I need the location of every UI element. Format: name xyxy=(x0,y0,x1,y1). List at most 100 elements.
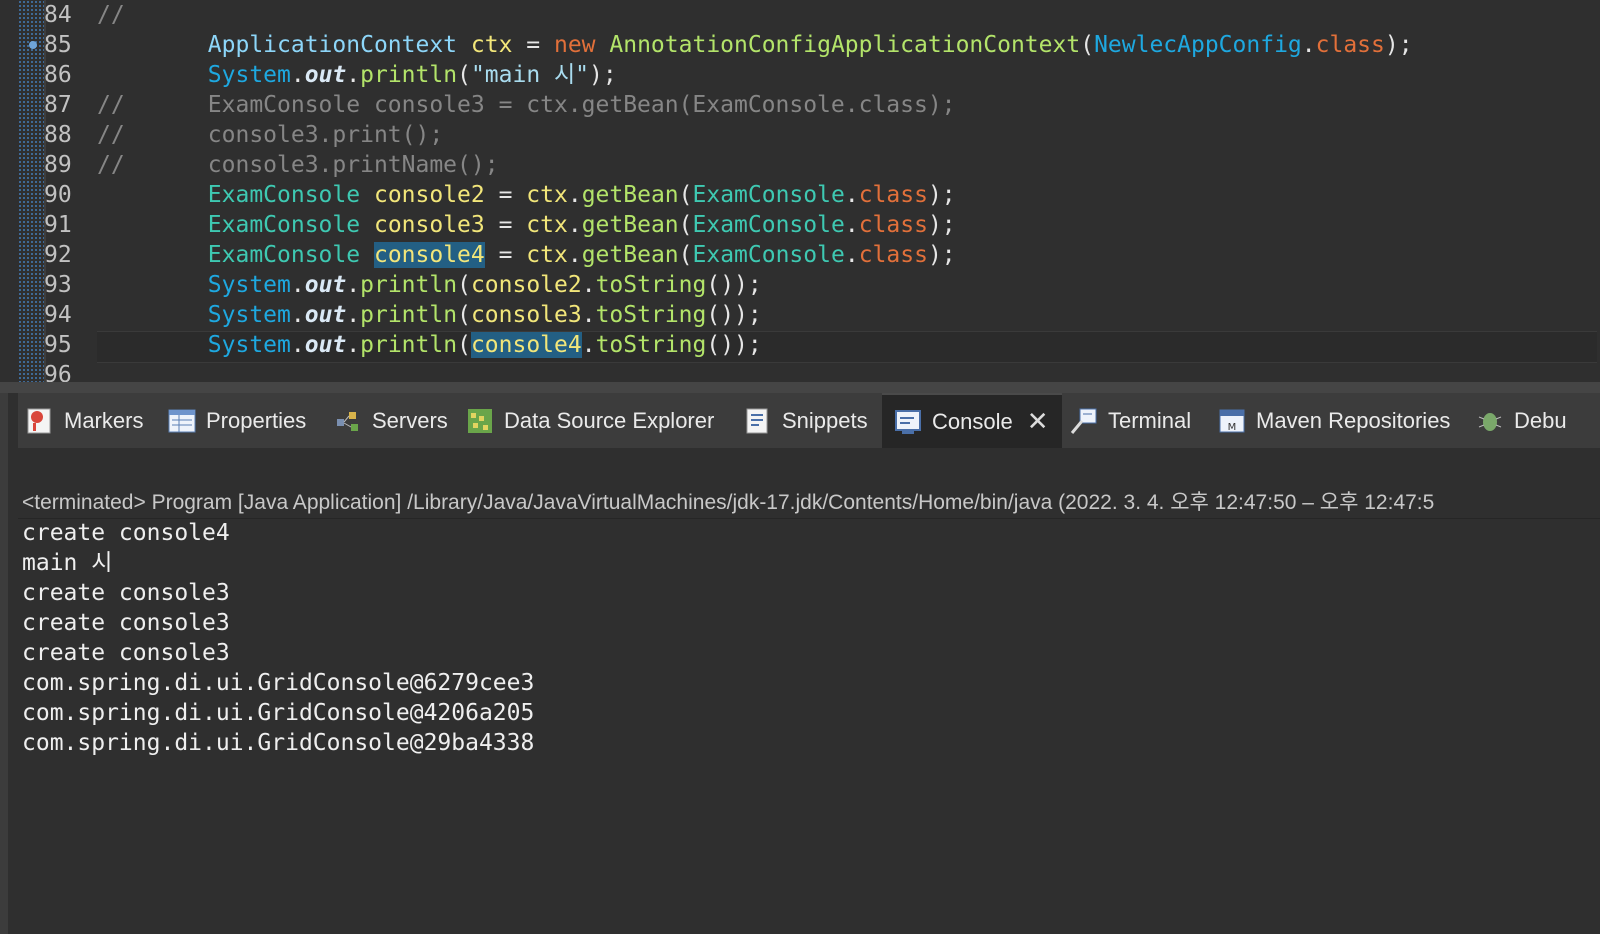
tab-label: Data Source Explorer xyxy=(504,407,715,433)
line-number: 88 xyxy=(44,122,72,148)
console-view[interactable]: <terminated> Program [Java Application] … xyxy=(18,448,1600,934)
line-number: 84 xyxy=(44,2,72,28)
code-token: out xyxy=(304,302,347,328)
console-output-line: main 시 xyxy=(22,550,113,576)
breakpoint-icon[interactable] xyxy=(29,41,37,49)
code-token: ); xyxy=(1384,32,1413,58)
code-text: System.out.println(console2.toString()); xyxy=(97,270,762,300)
code-token: ExamConsole xyxy=(692,182,845,208)
code-token: out xyxy=(304,62,347,88)
code-line[interactable]: 88 // console3.print(); xyxy=(0,120,1600,150)
code-token: . xyxy=(567,182,582,208)
tab-console[interactable]: Console ✕ xyxy=(882,393,1062,448)
code-editor[interactable]: 84//85 ApplicationContext ctx = new Anno… xyxy=(0,0,1600,393)
code-line[interactable]: 92 ExamConsole console4 = ctx.getBean(Ex… xyxy=(0,240,1600,270)
tab-snippets[interactable]: Snippets xyxy=(744,393,868,448)
tab-label: Maven Repositories xyxy=(1256,407,1451,433)
code-line[interactable]: 87 // ExamConsole console3 = ctx.getBean(… xyxy=(0,90,1600,120)
code-token: ExamConsole xyxy=(692,212,845,238)
code-token: ); xyxy=(927,242,956,268)
tab-label: Markers xyxy=(64,407,144,433)
console-output-line: create console3 xyxy=(22,610,230,636)
code-token: ExamConsole xyxy=(207,182,361,208)
snippets-icon xyxy=(744,407,772,435)
editor-bottom-border xyxy=(0,382,1600,393)
code-text: System.out.println("main 시"); xyxy=(97,60,617,90)
console-output-line: com.spring.di.ui.GridConsole@4206a205 xyxy=(22,700,535,726)
code-token: . xyxy=(567,242,582,268)
code-text: ExamConsole console2 = ctx.getBean(ExamC… xyxy=(97,180,956,210)
line-number: 85 xyxy=(44,32,72,58)
tab-label: Terminal xyxy=(1108,407,1192,433)
code-token: = xyxy=(484,242,527,268)
code-line[interactable]: 86 System.out.println("main 시"); xyxy=(0,60,1600,90)
code-token: class xyxy=(858,242,928,268)
code-token: . xyxy=(346,272,361,298)
code-token: new xyxy=(553,32,596,58)
code-line[interactable]: 95 System.out.println(console4.toString(… xyxy=(0,330,1600,360)
code-token: . xyxy=(290,332,305,358)
tab-markers[interactable]: Markers xyxy=(26,393,143,448)
code-token: getBean xyxy=(581,182,679,208)
tab-properties[interactable]: Properties xyxy=(168,393,306,448)
code-line[interactable]: 90 ExamConsole console2 = ctx.getBean(Ex… xyxy=(0,180,1600,210)
code-token: ctx xyxy=(470,32,513,58)
tab-debug[interactable]: Debu xyxy=(1476,393,1567,448)
code-line[interactable]: 85 ApplicationContext ctx = new Annotati… xyxy=(0,30,1600,60)
code-token: println xyxy=(360,332,458,358)
line-number: 93 xyxy=(44,272,72,298)
line-number: 95 xyxy=(44,332,72,358)
code-token: NewlecAppConfig xyxy=(1094,32,1302,58)
code-token: . xyxy=(844,242,859,268)
code-token: console3 xyxy=(470,302,582,328)
code-line[interactable]: 94 System.out.println(console3.toString(… xyxy=(0,300,1600,330)
code-line[interactable]: 89 // console3.printName(); xyxy=(0,150,1600,180)
code-line[interactable]: 91 ExamConsole console3 = ctx.getBean(Ex… xyxy=(0,210,1600,240)
code-token: System xyxy=(207,302,291,328)
console-output-line: com.spring.di.ui.GridConsole@6279cee3 xyxy=(22,670,535,696)
code-text: // console3.printName(); xyxy=(97,150,499,180)
code-token: = xyxy=(484,182,527,208)
code-text: ExamConsole console3 = ctx.getBean(ExamC… xyxy=(97,210,956,240)
line-number: 86 xyxy=(44,62,72,88)
code-text: ExamConsole console4 = ctx.getBean(ExamC… xyxy=(97,240,956,270)
code-token: println xyxy=(360,302,458,328)
code-token: class xyxy=(858,182,928,208)
code-text: ApplicationContext ctx = new AnnotationC… xyxy=(97,30,1413,60)
code-token: AnnotationConfigApplicationContext xyxy=(609,32,1081,58)
tab-terminal[interactable]: Terminal xyxy=(1070,393,1191,448)
close-icon[interactable]: ✕ xyxy=(1027,406,1049,437)
console-output-line: create console4 xyxy=(22,520,230,546)
code-token: . xyxy=(290,302,305,328)
console-status: <terminated> Program [Java Application] … xyxy=(22,491,1435,514)
code-token: ); xyxy=(927,182,956,208)
tab-servers[interactable]: Servers xyxy=(334,393,448,448)
code-text: // console3.print(); xyxy=(97,120,443,150)
code-token: ( xyxy=(678,212,693,238)
code-token: . xyxy=(567,212,582,238)
code-token: ExamConsole xyxy=(207,242,361,268)
code-token: // console3.printName(); xyxy=(97,152,499,178)
code-token: ); xyxy=(589,62,617,88)
code-token: getBean xyxy=(581,242,679,268)
code-token: console4 xyxy=(373,242,485,268)
code-token: System xyxy=(207,332,291,358)
code-token: ctx xyxy=(526,242,568,268)
code-token: console2 xyxy=(470,272,582,298)
code-token: . xyxy=(346,62,361,88)
code-line[interactable]: 84 // xyxy=(0,0,1600,30)
code-token: toString xyxy=(595,302,707,328)
console-divider xyxy=(18,518,1600,519)
tab-data-source-explorer[interactable]: Data Source Explorer xyxy=(466,393,714,448)
tab-maven-repositories[interactable]: M Maven Repositories xyxy=(1218,393,1450,448)
code-line[interactable]: 93 System.out.println(console2.toString(… xyxy=(0,270,1600,300)
code-token: = xyxy=(484,212,527,238)
